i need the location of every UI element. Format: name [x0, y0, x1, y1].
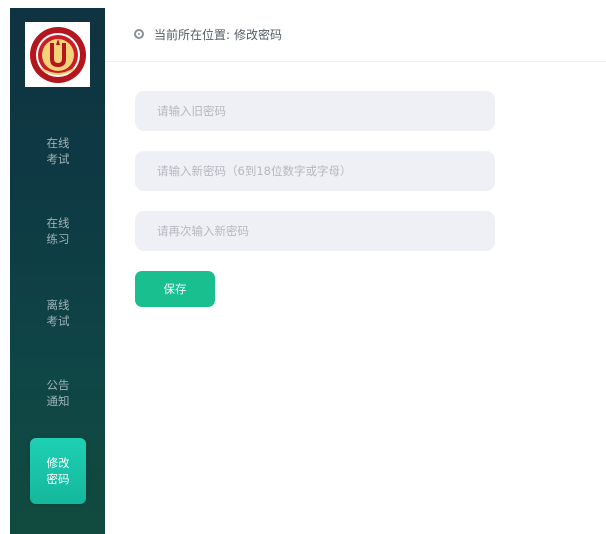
- new-password-input[interactable]: [135, 151, 495, 191]
- save-button[interactable]: 保存: [135, 271, 215, 307]
- sidebar-item-label: 在线: [46, 136, 70, 150]
- sidebar-item-online-exam[interactable]: 在线 考试: [30, 118, 86, 184]
- sidebar-item-online-practice[interactable]: 在线 练习: [30, 198, 86, 264]
- confirm-password-input[interactable]: [135, 211, 495, 251]
- sidebar-item-announcements[interactable]: 公告 通知: [30, 360, 86, 426]
- sidebar-item-label: 通知: [46, 394, 70, 408]
- sidebar-item-label: 离线: [46, 298, 70, 312]
- sidebar-item-label: 考试: [46, 152, 70, 166]
- sidebar-item-label: 公告: [46, 378, 70, 392]
- sidebar-item-change-password[interactable]: 修改 密码: [30, 438, 86, 504]
- sidebar-item-label: 练习: [46, 232, 70, 246]
- old-password-input[interactable]: [135, 91, 495, 131]
- sidebar-item-offline-exam[interactable]: 离线 考试: [30, 280, 86, 346]
- breadcrumb-current: 修改密码: [234, 27, 283, 42]
- sidebar-item-label: 修改: [46, 456, 70, 470]
- sidebar-item-label: 考试: [46, 314, 70, 328]
- sidebar-item-label: 密码: [46, 472, 70, 486]
- breadcrumb: 当前所在位置: 修改密码: [134, 24, 282, 44]
- breadcrumb-prefix: 当前所在位置:: [154, 27, 231, 42]
- school-logo: [25, 22, 90, 87]
- sidebar-item-label: 在线: [46, 216, 70, 230]
- header-divider: [105, 61, 606, 62]
- target-icon: [134, 29, 144, 39]
- emblem-icon: [29, 26, 86, 83]
- sidebar: 在线 考试 在线 练习 离线 考试 公告 通知 修改 密码: [10, 8, 105, 534]
